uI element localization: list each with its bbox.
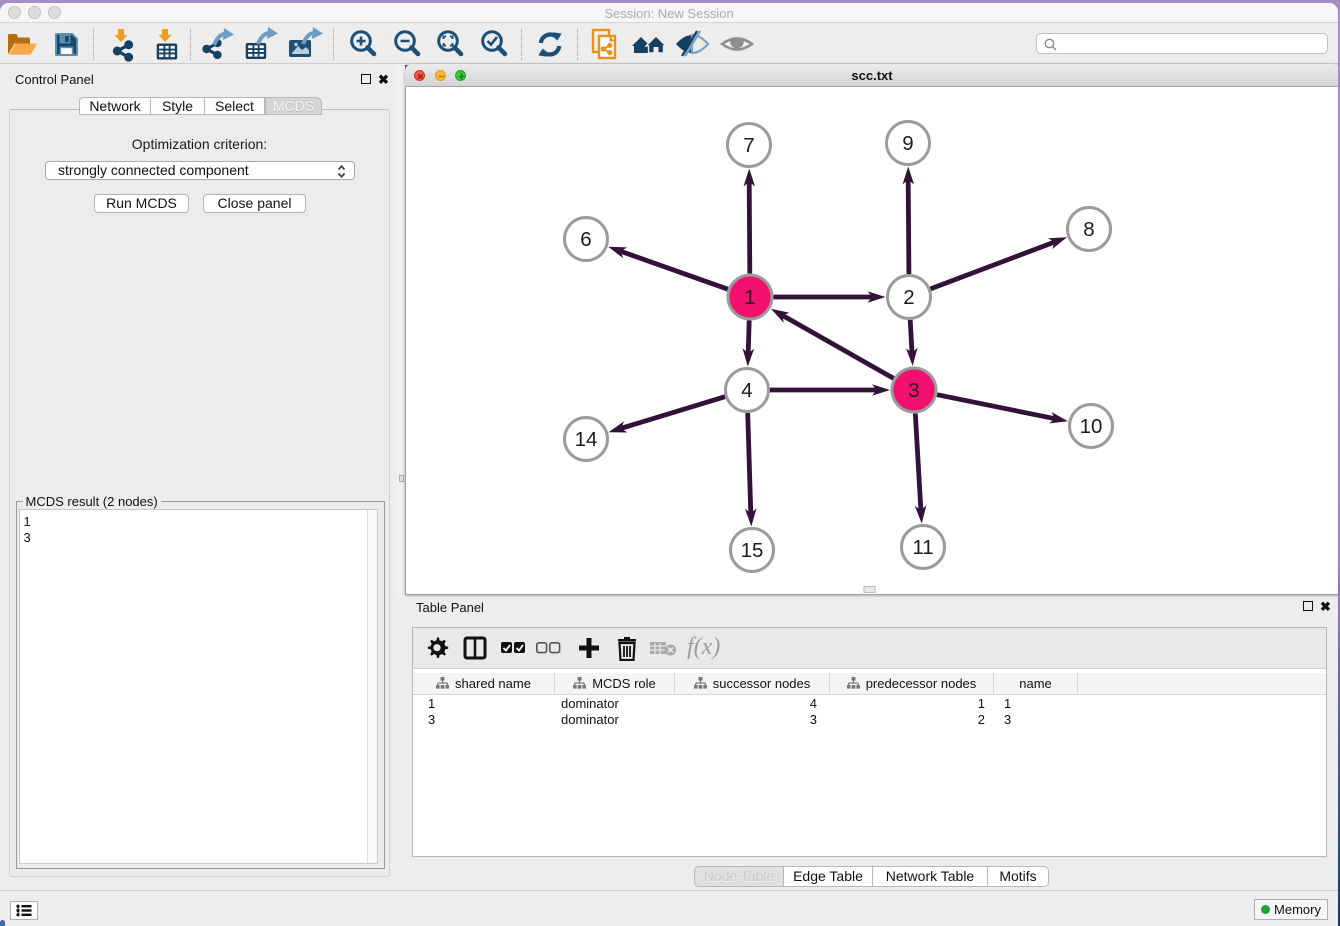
svg-text:1: 1 — [744, 286, 755, 309]
svg-text:3: 3 — [908, 379, 919, 402]
svg-text:8: 8 — [1083, 218, 1094, 241]
svg-text:9: 9 — [902, 132, 913, 155]
svg-text:10: 10 — [1080, 415, 1103, 438]
svg-text:11: 11 — [912, 536, 933, 559]
svg-text:14: 14 — [575, 428, 598, 451]
svg-text:7: 7 — [743, 134, 754, 157]
svg-text:15: 15 — [741, 539, 764, 562]
svg-text:6: 6 — [580, 228, 591, 251]
svg-text:4: 4 — [741, 379, 752, 402]
svg-text:2: 2 — [903, 286, 914, 309]
